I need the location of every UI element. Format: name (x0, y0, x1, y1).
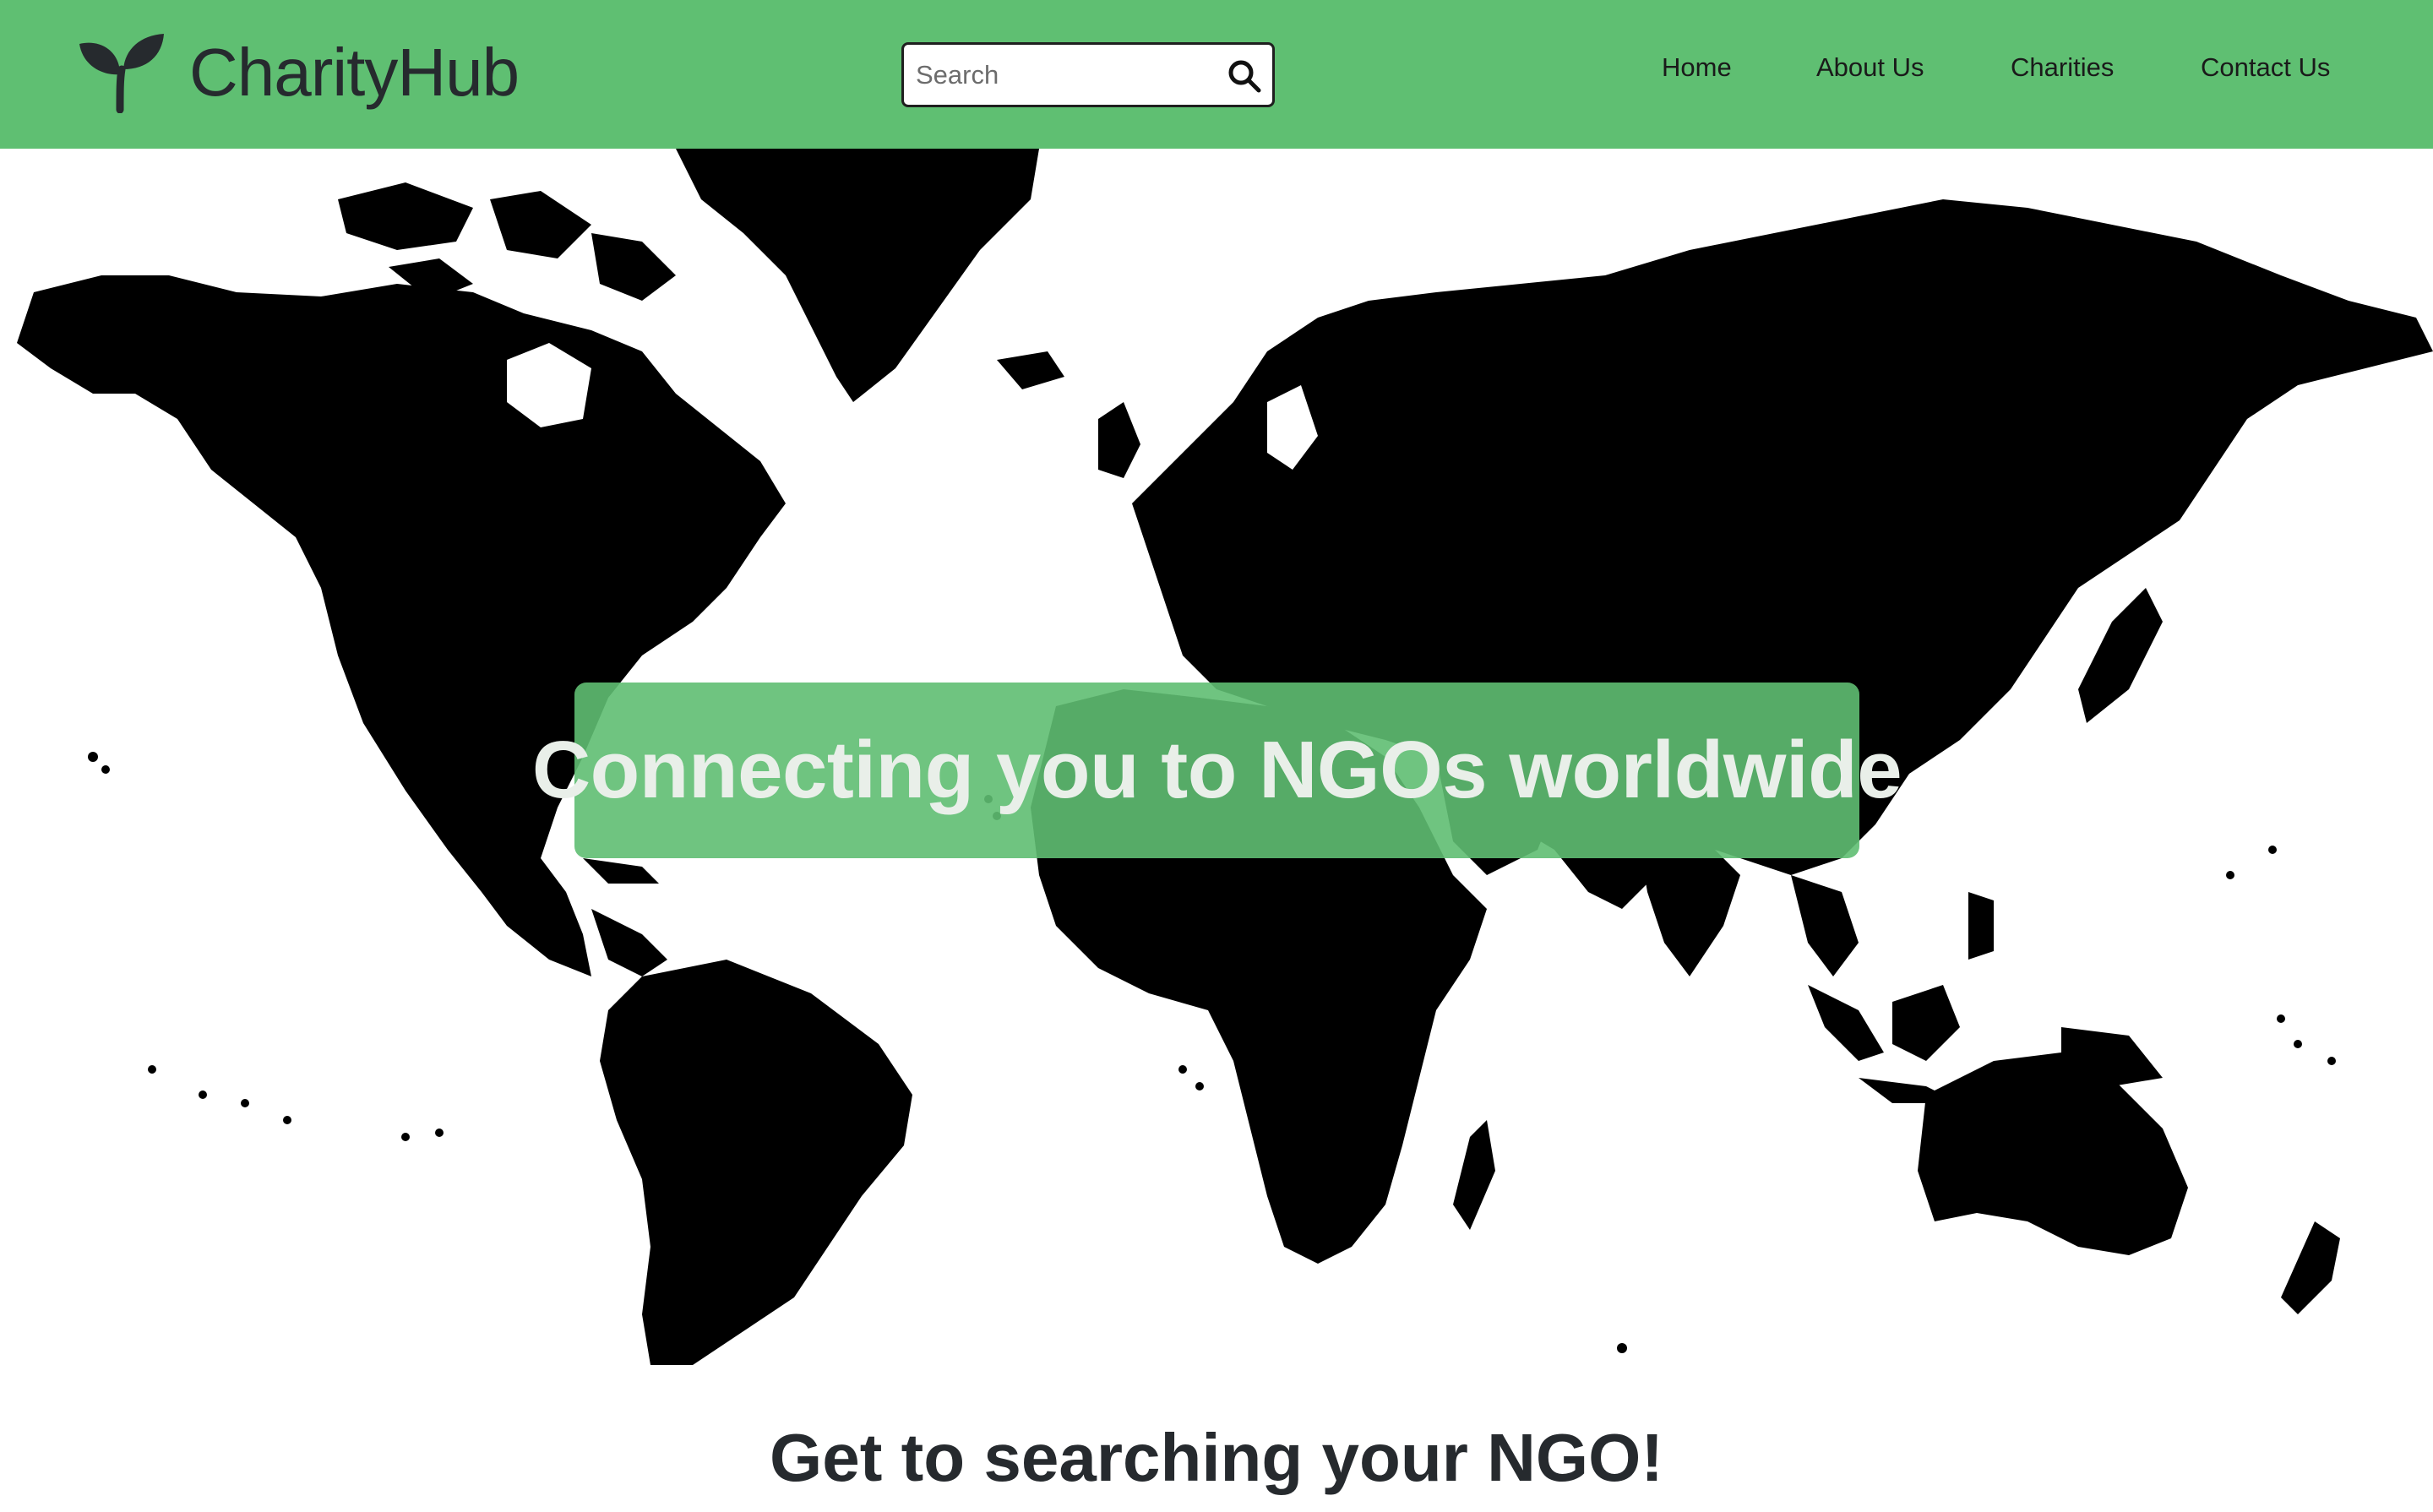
hero-title: Connecting you to NGOs worldwide (531, 725, 1902, 815)
nav-home[interactable]: Home (1662, 52, 1732, 83)
navbar: CharityHub Home About Us Charities Conta… (0, 0, 2433, 149)
main-nav: Home About Us Charities Contact Us (0, 52, 2433, 96)
hero-banner: Connecting you to NGOs worldwide (532, 683, 1902, 858)
nav-charities[interactable]: Charities (2011, 52, 2114, 83)
section-heading: Get to searching your NGO! (770, 1420, 1663, 1495)
nav-about-us[interactable]: About Us (1816, 52, 1924, 83)
nav-contact-us[interactable]: Contact Us (2201, 52, 2330, 83)
hero-section: Connecting you to NGOs worldwide (0, 149, 2433, 1365)
